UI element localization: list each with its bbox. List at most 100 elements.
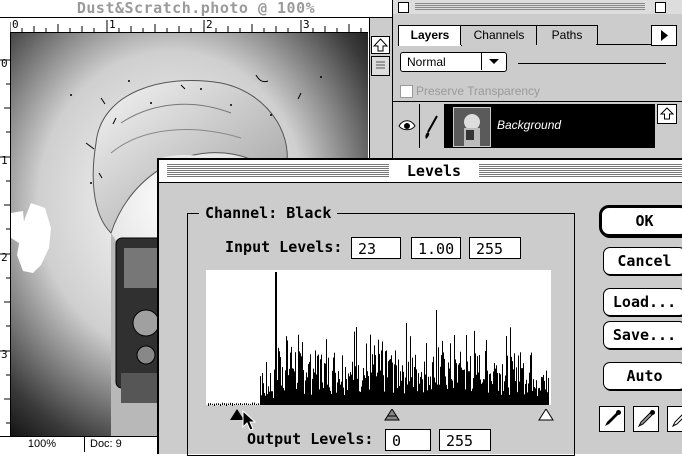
auto-button[interactable]: Auto	[603, 362, 682, 390]
histogram-bar	[370, 334, 371, 405]
histogram-bar	[481, 383, 482, 405]
histogram-bar	[505, 375, 506, 405]
histogram-bar	[429, 384, 430, 405]
tab-layers[interactable]: Layers	[398, 25, 462, 46]
preserve-transparency-row[interactable]: Preserve Transparency	[400, 82, 670, 100]
histogram-bar	[439, 384, 440, 405]
histogram-bar	[358, 365, 359, 405]
histogram-bar	[355, 366, 356, 405]
histogram-bar	[334, 352, 335, 405]
histogram-bar	[361, 386, 362, 405]
histogram-bar	[366, 343, 367, 405]
palette-close-box[interactable]	[398, 2, 409, 13]
histogram-bar	[261, 395, 262, 405]
preserve-transparency-checkbox[interactable]	[400, 85, 413, 98]
histogram-bar	[266, 361, 267, 405]
histogram-bar	[506, 336, 507, 405]
document-titlebar[interactable]: Dust&Scratch.photo @ 100%	[0, 0, 392, 18]
palette-scroll-up-icon[interactable]	[657, 104, 677, 124]
histogram	[206, 270, 551, 405]
histogram-bar	[520, 352, 521, 405]
levels-titlebar[interactable]: Levels	[159, 160, 682, 183]
histogram-bar	[477, 356, 478, 405]
input-gamma-field[interactable]: 1.00	[411, 237, 461, 259]
eye-icon	[398, 120, 416, 131]
histogram-bar	[341, 381, 342, 405]
layer-visibility-toggle[interactable]	[395, 104, 420, 148]
histogram-bar	[502, 364, 503, 405]
histogram-bar	[427, 390, 428, 405]
histogram-bar	[289, 368, 290, 405]
histogram-bar	[485, 351, 486, 405]
histogram-bar	[309, 361, 310, 405]
tab-channels[interactable]: Channels	[460, 25, 538, 45]
histogram-bar	[489, 374, 490, 405]
histogram-bar	[316, 374, 317, 405]
histogram-bar	[376, 376, 377, 405]
histogram-bar	[548, 377, 549, 405]
histogram-bar	[273, 398, 274, 405]
white-point-slider[interactable]	[538, 406, 554, 421]
palette-titlebar[interactable]	[393, 0, 682, 15]
histogram-bar	[458, 364, 459, 405]
histogram-bar	[271, 391, 272, 405]
ok-button[interactable]: OK	[599, 205, 682, 237]
histogram-bar	[413, 386, 414, 405]
histogram-bar	[542, 377, 543, 405]
histogram-bar	[395, 350, 396, 405]
histogram-bar	[524, 394, 525, 405]
histogram-bar	[329, 387, 330, 405]
histogram-bar	[469, 371, 470, 405]
histogram-bar	[380, 370, 381, 405]
histogram-bar	[422, 379, 423, 405]
ruler-top-3: 3	[303, 18, 310, 31]
histogram-bar	[405, 377, 406, 405]
output-black-field[interactable]: 0	[385, 429, 431, 451]
histogram-bar	[436, 310, 437, 405]
save-button[interactable]: Save...	[603, 321, 682, 349]
layer-edit-toggle[interactable]	[420, 104, 445, 148]
titlebar-lines-left	[167, 164, 389, 177]
input-black-field[interactable]: 23	[351, 237, 401, 259]
black-eyedropper-icon[interactable]	[599, 406, 625, 432]
load-button[interactable]: Load...	[603, 288, 682, 316]
palette-menu-arrow-icon[interactable]	[651, 25, 677, 46]
histogram-bar	[293, 368, 294, 405]
histogram-bar	[351, 374, 352, 405]
histogram-bar	[315, 350, 316, 405]
ruler-left-3: 3	[1, 348, 8, 361]
scroll-thumb[interactable]	[371, 56, 390, 76]
white-eyedropper-icon[interactable]	[667, 406, 682, 432]
histogram-bar	[536, 380, 537, 405]
gamma-slider[interactable]	[384, 406, 400, 421]
cancel-button[interactable]: Cancel	[603, 247, 682, 275]
gray-eyedropper-icon[interactable]	[633, 406, 659, 432]
input-white-field[interactable]: 255	[469, 237, 521, 259]
output-white-field[interactable]: 255	[439, 429, 491, 451]
blend-mode-value: Normal	[407, 55, 446, 69]
tab-paths[interactable]: Paths	[536, 25, 598, 45]
histogram-bar	[526, 379, 527, 405]
scroll-up-arrow-icon[interactable]	[371, 36, 390, 54]
histogram-bar	[443, 352, 444, 405]
histogram-bar	[288, 375, 289, 405]
histogram-bar	[527, 392, 528, 405]
zoom-field[interactable]: 100%	[0, 437, 85, 452]
histogram-bar	[449, 368, 450, 405]
histogram-bar	[336, 392, 337, 405]
histogram-bar	[532, 390, 533, 405]
palette-drag-lines	[415, 3, 645, 11]
blend-mode-select[interactable]: Normal	[400, 52, 507, 72]
histogram-bar	[430, 376, 431, 405]
channel-value[interactable]: Black	[286, 204, 331, 222]
channel-row[interactable]: Channel: Black	[199, 203, 338, 223]
histogram-bar	[521, 368, 522, 405]
histogram-bar	[468, 371, 469, 405]
chevron-down-icon[interactable]	[481, 53, 506, 70]
histogram-bar	[540, 390, 541, 405]
histogram-bar	[391, 355, 392, 405]
histogram-bar	[386, 350, 387, 405]
histogram-bar	[543, 374, 544, 405]
histogram-bar	[373, 364, 374, 405]
palette-zoom-box[interactable]	[655, 2, 666, 13]
